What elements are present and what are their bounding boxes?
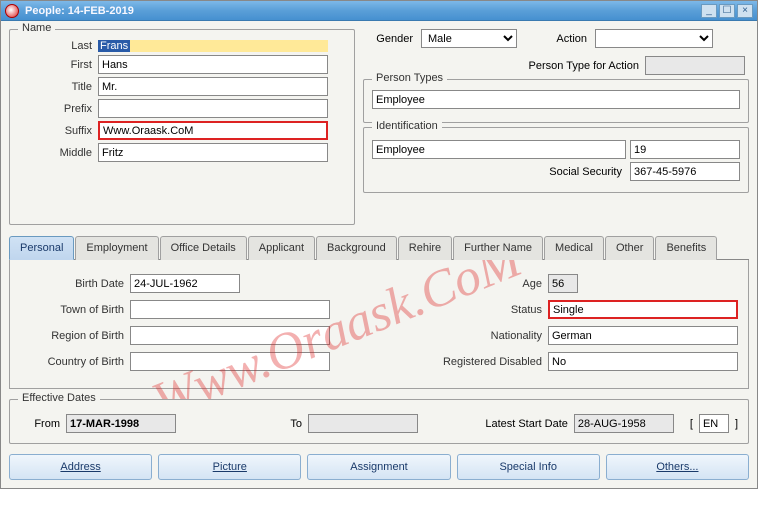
prefix-label: Prefix xyxy=(18,103,98,115)
disabled-input[interactable] xyxy=(548,352,738,371)
identification-legend: Identification xyxy=(372,120,442,132)
last-input[interactable]: Frans xyxy=(98,40,328,52)
effective-legend: Effective Dates xyxy=(18,392,100,404)
ssn-label: Social Security xyxy=(372,166,626,178)
button-bar: Address Picture Assignment Special Info … xyxy=(9,454,749,480)
tabs: Personal Employment Office Details Appli… xyxy=(9,235,749,260)
latest-label: Latest Start Date xyxy=(424,418,568,430)
country-input[interactable] xyxy=(130,352,330,371)
town-label: Town of Birth xyxy=(20,304,130,316)
person-type-action-field xyxy=(645,56,745,75)
region-label: Region of Birth xyxy=(20,330,130,342)
tab-personal[interactable]: Personal xyxy=(9,236,74,260)
person-type-action-label: Person Type for Action xyxy=(529,60,639,72)
first-input[interactable] xyxy=(98,55,328,74)
age-field: 56 xyxy=(548,274,578,293)
name-legend: Name xyxy=(18,22,55,34)
tab-medical[interactable]: Medical xyxy=(544,236,604,260)
nationality-input[interactable] xyxy=(548,326,738,345)
from-label: From xyxy=(20,418,60,430)
title-label: Title xyxy=(18,81,98,93)
middle-label: Middle xyxy=(18,147,98,159)
flex-bracket-close: ] xyxy=(735,418,738,430)
ssn-input[interactable] xyxy=(630,162,740,181)
from-field: 17-MAR-1998 xyxy=(66,414,176,433)
birth-date-input[interactable] xyxy=(130,274,240,293)
action-label: Action xyxy=(521,33,591,45)
flex-field[interactable] xyxy=(699,414,729,433)
tab-further-name[interactable]: Further Name xyxy=(453,236,543,260)
effective-dates-fieldset: Effective Dates From 17-MAR-1998 To Late… xyxy=(9,399,749,444)
name-fieldset: Name Last Frans First Title Prefix xyxy=(9,29,355,225)
person-types-input[interactable] xyxy=(372,90,740,109)
others-button[interactable]: Others... xyxy=(606,454,749,480)
person-types-fieldset: Person Types xyxy=(363,79,749,123)
birth-date-label: Birth Date xyxy=(20,278,130,290)
assignment-button[interactable]: Assignment xyxy=(307,454,450,480)
tab-rehire[interactable]: Rehire xyxy=(398,236,452,260)
flex-bracket-open: [ xyxy=(690,418,693,430)
town-input[interactable] xyxy=(130,300,330,319)
ident-type-input[interactable] xyxy=(372,140,626,159)
ident-num-input[interactable] xyxy=(630,140,740,159)
tab-other[interactable]: Other xyxy=(605,236,655,260)
disabled-label: Registered Disabled xyxy=(418,356,548,368)
suffix-label: Suffix xyxy=(18,125,98,137)
tab-applicant[interactable]: Applicant xyxy=(248,236,315,260)
latest-field: 28-AUG-1958 xyxy=(574,414,674,433)
maximize-button[interactable]: ☐ xyxy=(719,4,735,18)
suffix-input[interactable] xyxy=(98,121,328,140)
last-label: Last xyxy=(18,40,98,52)
gender-label: Gender xyxy=(367,33,417,45)
middle-input[interactable] xyxy=(98,143,328,162)
special-info-button[interactable]: Special Info xyxy=(457,454,600,480)
titlebar[interactable]: People: 14-FEB-2019 _ ☐ × xyxy=(1,1,757,21)
person-types-legend: Person Types xyxy=(372,72,447,84)
tab-employment[interactable]: Employment xyxy=(75,236,158,260)
minimize-button[interactable]: _ xyxy=(701,4,717,18)
to-label: To xyxy=(182,418,302,430)
status-label: Status xyxy=(418,304,548,316)
identification-fieldset: Identification Social Security xyxy=(363,127,749,193)
action-select[interactable] xyxy=(595,29,713,48)
tab-background[interactable]: Background xyxy=(316,236,397,260)
region-input[interactable] xyxy=(130,326,330,345)
tab-benefits[interactable]: Benefits xyxy=(655,236,717,260)
first-label: First xyxy=(18,59,98,71)
age-label: Age xyxy=(418,278,548,290)
gender-select[interactable]: Male xyxy=(421,29,517,48)
window-title: People: 14-FEB-2019 xyxy=(25,5,701,17)
picture-button[interactable]: Picture xyxy=(158,454,301,480)
address-button[interactable]: Address xyxy=(9,454,152,480)
status-input[interactable] xyxy=(548,300,738,319)
people-window: People: 14-FEB-2019 _ ☐ × Www.Oraask.CoM… xyxy=(0,0,758,489)
close-button[interactable]: × xyxy=(737,4,753,18)
tab-panel-personal: Birth Date Town of Birth Region of Birth… xyxy=(9,260,749,389)
country-label: Country of Birth xyxy=(20,356,130,368)
nationality-label: Nationality xyxy=(418,330,548,342)
prefix-input[interactable] xyxy=(98,99,328,118)
to-field xyxy=(308,414,418,433)
tab-office-details[interactable]: Office Details xyxy=(160,236,247,260)
oracle-icon xyxy=(5,4,19,18)
title-input[interactable] xyxy=(98,77,328,96)
